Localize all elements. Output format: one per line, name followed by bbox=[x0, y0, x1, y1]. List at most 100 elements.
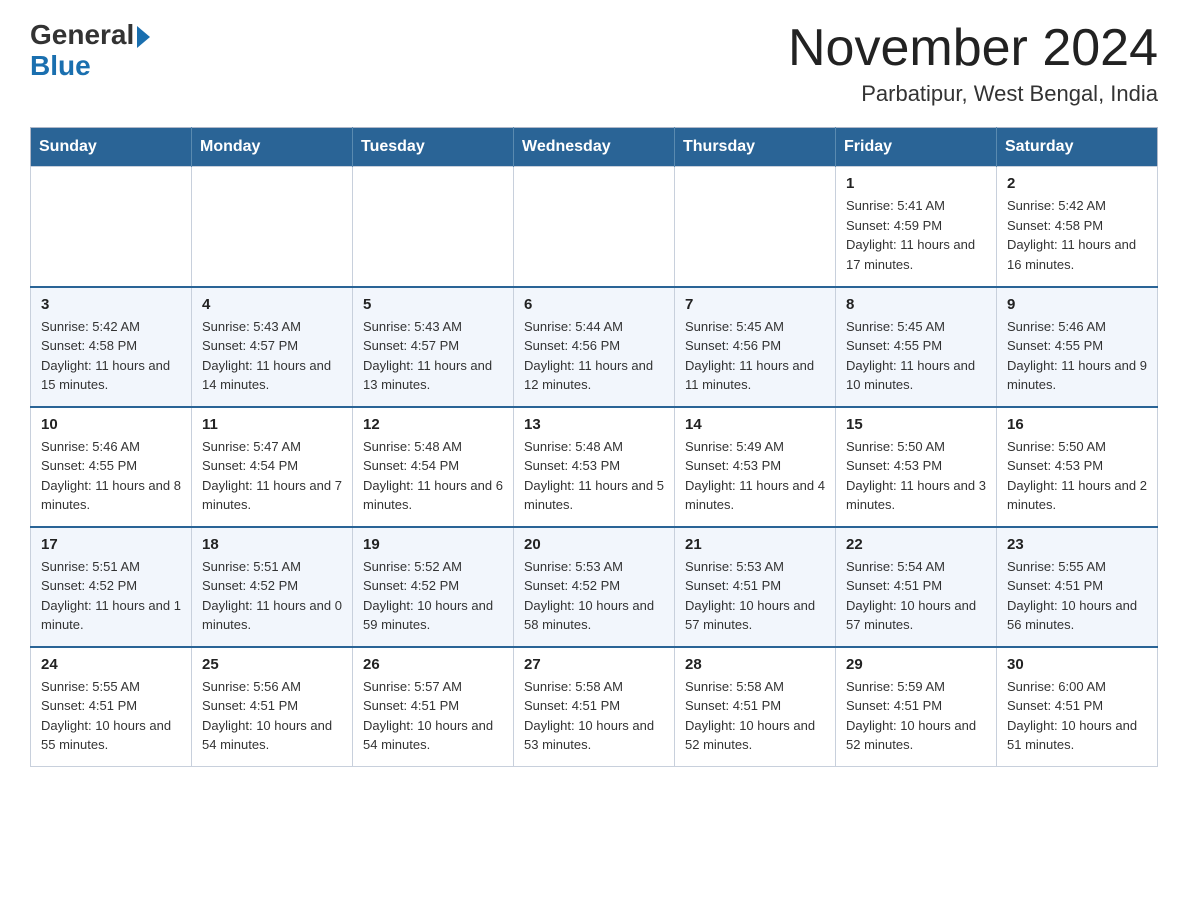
day-info: Sunrise: 5:45 AMSunset: 4:55 PMDaylight:… bbox=[846, 317, 986, 395]
calendar-cell: 8 Sunrise: 5:45 AMSunset: 4:55 PMDaylight… bbox=[836, 287, 997, 407]
day-info: Sunrise: 5:42 AMSunset: 4:58 PMDaylight:… bbox=[41, 317, 181, 395]
day-number: 4 bbox=[202, 296, 342, 313]
day-info: Sunrise: 5:56 AMSunset: 4:51 PMDaylight:… bbox=[202, 677, 342, 755]
calendar-cell: 19 Sunrise: 5:52 AMSunset: 4:52 PMDayligh… bbox=[353, 527, 514, 647]
day-number: 24 bbox=[41, 656, 181, 673]
calendar-cell: 26 Sunrise: 5:57 AMSunset: 4:51 PMDayligh… bbox=[353, 647, 514, 767]
calendar-cell: 7 Sunrise: 5:45 AMSunset: 4:56 PMDaylight… bbox=[675, 287, 836, 407]
calendar-cell: 18 Sunrise: 5:51 AMSunset: 4:52 PMDayligh… bbox=[192, 527, 353, 647]
day-info: Sunrise: 5:41 AMSunset: 4:59 PMDaylight:… bbox=[846, 196, 986, 274]
logo-arrow-icon bbox=[137, 26, 150, 48]
calendar-week-row: 10Sunrise: 5:46 AMSunset: 4:55 PMDayligh… bbox=[31, 407, 1158, 527]
day-info: Sunrise: 5:54 AMSunset: 4:51 PMDaylight:… bbox=[846, 557, 986, 635]
day-number: 21 bbox=[685, 536, 825, 553]
day-info: Sunrise: 5:59 AMSunset: 4:51 PMDaylight:… bbox=[846, 677, 986, 755]
day-number: 30 bbox=[1007, 656, 1147, 673]
calendar-cell: 10Sunrise: 5:46 AMSunset: 4:55 PMDayligh… bbox=[31, 407, 192, 527]
calendar-week-row: 3 Sunrise: 5:42 AMSunset: 4:58 PMDaylight… bbox=[31, 287, 1158, 407]
calendar-cell bbox=[31, 167, 192, 287]
calendar-week-row: 1 Sunrise: 5:41 AMSunset: 4:59 PMDaylight… bbox=[31, 167, 1158, 287]
day-info: Sunrise: 5:55 AMSunset: 4:51 PMDaylight:… bbox=[41, 677, 181, 755]
calendar-cell bbox=[353, 167, 514, 287]
day-info: Sunrise: 5:47 AMSunset: 4:54 PMDaylight:… bbox=[202, 437, 342, 515]
day-number: 11 bbox=[202, 416, 342, 433]
day-info: Sunrise: 5:42 AMSunset: 4:58 PMDaylight:… bbox=[1007, 196, 1147, 274]
calendar-cell bbox=[675, 167, 836, 287]
calendar-cell: 5Sunrise: 5:43 AMSunset: 4:57 PMDaylight… bbox=[353, 287, 514, 407]
calendar-cell: 11 Sunrise: 5:47 AMSunset: 4:54 PMDayligh… bbox=[192, 407, 353, 527]
day-number: 1 bbox=[846, 175, 986, 192]
calendar-cell: 21 Sunrise: 5:53 AMSunset: 4:51 PMDayligh… bbox=[675, 527, 836, 647]
day-info: Sunrise: 5:52 AMSunset: 4:52 PMDaylight:… bbox=[363, 557, 503, 635]
day-info: Sunrise: 5:58 AMSunset: 4:51 PMDaylight:… bbox=[524, 677, 664, 755]
calendar-cell bbox=[192, 167, 353, 287]
day-number: 23 bbox=[1007, 536, 1147, 553]
day-info: Sunrise: 5:46 AMSunset: 4:55 PMDaylight:… bbox=[41, 437, 181, 515]
calendar-cell: 12 Sunrise: 5:48 AMSunset: 4:54 PMDayligh… bbox=[353, 407, 514, 527]
calendar-cell: 6 Sunrise: 5:44 AMSunset: 4:56 PMDaylight… bbox=[514, 287, 675, 407]
calendar-week-row: 24 Sunrise: 5:55 AMSunset: 4:51 PMDayligh… bbox=[31, 647, 1158, 767]
calendar-body: 1 Sunrise: 5:41 AMSunset: 4:59 PMDaylight… bbox=[31, 167, 1158, 767]
day-info: Sunrise: 5:46 AMSunset: 4:55 PMDaylight:… bbox=[1007, 317, 1147, 395]
page-header: General Blue November 2024 Parbatipur, W… bbox=[30, 20, 1158, 107]
day-number: 2 bbox=[1007, 175, 1147, 192]
day-number: 13 bbox=[524, 416, 664, 433]
calendar-cell: 24 Sunrise: 5:55 AMSunset: 4:51 PMDayligh… bbox=[31, 647, 192, 767]
calendar-cell: 16Sunrise: 5:50 AMSunset: 4:53 PMDayligh… bbox=[997, 407, 1158, 527]
day-info: Sunrise: 5:50 AMSunset: 4:53 PMDaylight:… bbox=[846, 437, 986, 515]
day-info: Sunrise: 5:58 AMSunset: 4:51 PMDaylight:… bbox=[685, 677, 825, 755]
day-number: 15 bbox=[846, 416, 986, 433]
calendar-cell: 20 Sunrise: 5:53 AMSunset: 4:52 PMDayligh… bbox=[514, 527, 675, 647]
weekday-header-sunday: Sunday bbox=[31, 128, 192, 167]
day-number: 3 bbox=[41, 296, 181, 313]
calendar-cell: 17Sunrise: 5:51 AMSunset: 4:52 PMDayligh… bbox=[31, 527, 192, 647]
day-info: Sunrise: 6:00 AMSunset: 4:51 PMDaylight:… bbox=[1007, 677, 1147, 755]
day-info: Sunrise: 5:44 AMSunset: 4:56 PMDaylight:… bbox=[524, 317, 664, 395]
weekday-header-thursday: Thursday bbox=[675, 128, 836, 167]
day-info: Sunrise: 5:43 AMSunset: 4:57 PMDaylight:… bbox=[363, 317, 503, 395]
calendar-cell: 30 Sunrise: 6:00 AMSunset: 4:51 PMDayligh… bbox=[997, 647, 1158, 767]
day-number: 12 bbox=[363, 416, 503, 433]
calendar-cell: 9Sunrise: 5:46 AMSunset: 4:55 PMDaylight… bbox=[997, 287, 1158, 407]
day-number: 22 bbox=[846, 536, 986, 553]
day-number: 8 bbox=[846, 296, 986, 313]
day-number: 19 bbox=[363, 536, 503, 553]
day-number: 28 bbox=[685, 656, 825, 673]
calendar-cell: 2 Sunrise: 5:42 AMSunset: 4:58 PMDaylight… bbox=[997, 167, 1158, 287]
day-info: Sunrise: 5:48 AMSunset: 4:54 PMDaylight:… bbox=[363, 437, 503, 515]
calendar-week-row: 17 Sunrise: 5:51 AMSunset: 4:52 PMDayligh… bbox=[31, 527, 1158, 647]
calendar-header: SundayMondayTuesdayWednesdayThursdayFrid… bbox=[31, 128, 1158, 167]
day-number: 29 bbox=[846, 656, 986, 673]
day-info: Sunrise: 5:57 AMSunset: 4:51 PMDaylight:… bbox=[363, 677, 503, 755]
calendar-cell: 14Sunrise: 5:49 AMSunset: 4:53 PMDayligh… bbox=[675, 407, 836, 527]
month-title: November 2024 bbox=[788, 20, 1158, 77]
day-info: Sunrise: 5:53 AMSunset: 4:52 PMDaylight:… bbox=[524, 557, 664, 635]
calendar-cell: 4 Sunrise: 5:43 AMSunset: 4:57 PMDaylight… bbox=[192, 287, 353, 407]
day-info: Sunrise: 5:48 AMSunset: 4:53 PMDaylight:… bbox=[524, 437, 664, 515]
weekday-header-tuesday: Tuesday bbox=[353, 128, 514, 167]
logo: General Blue bbox=[30, 20, 150, 82]
day-number: 16 bbox=[1007, 416, 1147, 433]
day-number: 20 bbox=[524, 536, 664, 553]
calendar-cell bbox=[514, 167, 675, 287]
calendar-cell: 25 Sunrise: 5:56 AMSunset: 4:51 PMDayligh… bbox=[192, 647, 353, 767]
day-number: 6 bbox=[524, 296, 664, 313]
day-info: Sunrise: 5:43 AMSunset: 4:57 PMDaylight:… bbox=[202, 317, 342, 395]
day-number: 18 bbox=[202, 536, 342, 553]
day-number: 17 bbox=[41, 536, 181, 553]
day-number: 7 bbox=[685, 296, 825, 313]
weekday-header-row: SundayMondayTuesdayWednesdayThursdayFrid… bbox=[31, 128, 1158, 167]
logo-general-text: General bbox=[30, 20, 134, 51]
calendar-cell: 22 Sunrise: 5:54 AMSunset: 4:51 PMDayligh… bbox=[836, 527, 997, 647]
weekday-header-wednesday: Wednesday bbox=[514, 128, 675, 167]
calendar-cell: 23Sunrise: 5:55 AMSunset: 4:51 PMDayligh… bbox=[997, 527, 1158, 647]
weekday-header-saturday: Saturday bbox=[997, 128, 1158, 167]
day-info: Sunrise: 5:51 AMSunset: 4:52 PMDaylight:… bbox=[202, 557, 342, 635]
day-number: 25 bbox=[202, 656, 342, 673]
day-info: Sunrise: 5:45 AMSunset: 4:56 PMDaylight:… bbox=[685, 317, 825, 395]
day-number: 26 bbox=[363, 656, 503, 673]
calendar-cell: 15 Sunrise: 5:50 AMSunset: 4:53 PMDayligh… bbox=[836, 407, 997, 527]
calendar-cell: 13 Sunrise: 5:48 AMSunset: 4:53 PMDayligh… bbox=[514, 407, 675, 527]
day-info: Sunrise: 5:53 AMSunset: 4:51 PMDaylight:… bbox=[685, 557, 825, 635]
logo-blue-text: Blue bbox=[30, 50, 91, 81]
